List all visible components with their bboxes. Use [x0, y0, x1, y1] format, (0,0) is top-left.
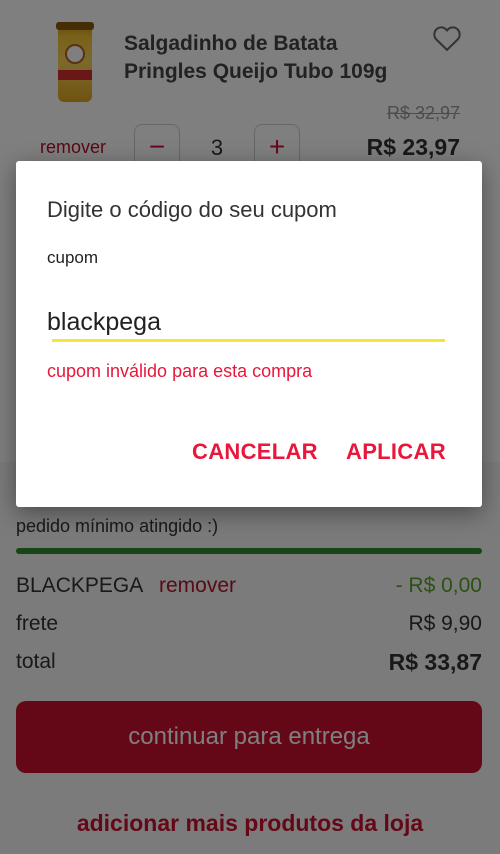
coupon-dialog: Digite o código do seu cupom cupom cupom…: [16, 161, 482, 507]
coupon-error-message: cupom inválido para esta compra: [47, 361, 313, 381]
cart-screen: Salgadinho de Batata Pringles Queijo Tub…: [0, 0, 500, 854]
dialog-title: Digite o código do seu cupom: [47, 197, 337, 222]
coupon-field-label: cupom: [47, 248, 99, 267]
coupon-input[interactable]: [47, 301, 445, 343]
apply-button[interactable]: APLICAR: [346, 439, 446, 465]
coupon-input-underline: [52, 339, 445, 342]
cancel-button[interactable]: CANCELAR: [192, 439, 318, 465]
